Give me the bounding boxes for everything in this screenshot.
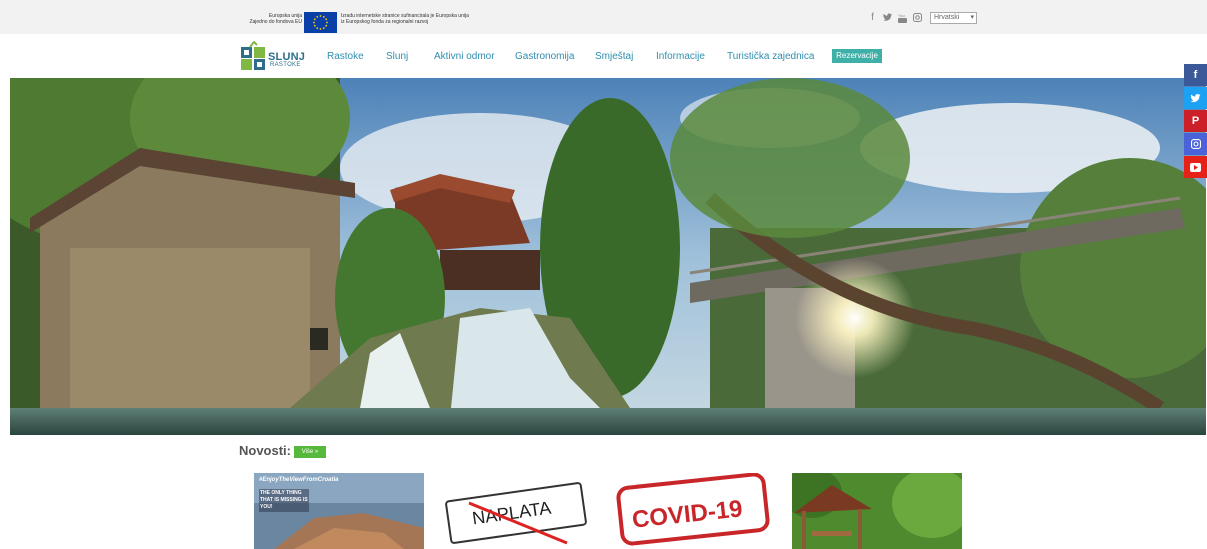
- news-card-4[interactable]: [792, 473, 962, 549]
- facebook-icon[interactable]: f: [868, 12, 877, 23]
- nav-item-aktivni-odmor[interactable]: Aktivni odmor: [434, 51, 495, 62]
- site-logo[interactable]: SLUNJ RASTOKE: [240, 41, 305, 73]
- news-heading: Novosti:: [239, 443, 291, 458]
- nav-item-turisticka-zajednica[interactable]: Turistička zajednica: [727, 51, 814, 62]
- news-card-1[interactable]: #EnjoyTheViewFromCroatia THE ONLY THING …: [254, 473, 424, 549]
- eu-flag-icon: [304, 12, 337, 33]
- more-news-button[interactable]: Više »: [294, 446, 326, 458]
- nav-item-gastronomija[interactable]: Gastronomija: [515, 51, 574, 62]
- news-card-1-tag: #EnjoyTheViewFromCroatia: [259, 477, 339, 483]
- side-facebook-icon[interactable]: f: [1184, 64, 1207, 86]
- news-card-1-line-1: THE ONLY THING: [260, 490, 302, 496]
- nav-item-slunj[interactable]: Slunj: [386, 51, 408, 62]
- eu-notice-line-2: iz Europskog fonda za regionalni razvoj: [341, 19, 429, 25]
- language-select[interactable]: Hrvatski ▾: [930, 12, 977, 24]
- instagram-icon[interactable]: [913, 12, 922, 23]
- side-instagram-icon[interactable]: [1184, 133, 1207, 155]
- twitter-icon[interactable]: [883, 12, 892, 23]
- logo-subtitle: RASTOKE: [270, 62, 301, 68]
- youtube-icon[interactable]: You: [898, 12, 907, 23]
- nav-item-rastoke[interactable]: Rastoke: [327, 51, 364, 62]
- nav-item-informacije[interactable]: Informacije: [656, 51, 705, 62]
- eu-funding-bar: Europska unija Zajedno do fondova EU Izr…: [0, 0, 1207, 34]
- nav-item-smjestaj[interactable]: Smještaj: [595, 51, 633, 62]
- news-card-4-image: [792, 473, 962, 549]
- top-social-links: f You: [868, 12, 922, 23]
- eu-label: Europska unija Zajedno do fondova EU: [236, 13, 302, 25]
- news-card-2-strike: [468, 501, 568, 545]
- news-card-1-line-2: THAT IS MISSING IS: [260, 497, 308, 503]
- language-select-value: Hrvatski: [934, 14, 960, 21]
- news-card-2[interactable]: NAPLATA: [427, 473, 597, 549]
- news-card-1-caption: THE ONLY THING THAT IS MISSING IS YOU!: [259, 489, 309, 512]
- side-twitter-icon[interactable]: [1184, 87, 1207, 109]
- chevron-down-icon: ▾: [970, 14, 974, 21]
- hero-image: [10, 78, 1206, 435]
- side-pinterest-icon[interactable]: P: [1184, 110, 1207, 132]
- reservations-button[interactable]: Rezervacije: [832, 49, 882, 63]
- news-card-1-line-3: YOU!: [260, 504, 273, 510]
- eu-label-line-2: Zajedno do fondova EU: [249, 19, 302, 25]
- svg-text:You: You: [898, 13, 905, 18]
- side-social-bar: f P: [1184, 64, 1207, 179]
- side-youtube-icon[interactable]: [1184, 156, 1207, 178]
- logo-mark-icon: [241, 41, 265, 70]
- eu-funding-notice: Izradu internetske stranice sufinanciral…: [341, 13, 501, 25]
- news-card-3[interactable]: COVID-19: [600, 473, 770, 549]
